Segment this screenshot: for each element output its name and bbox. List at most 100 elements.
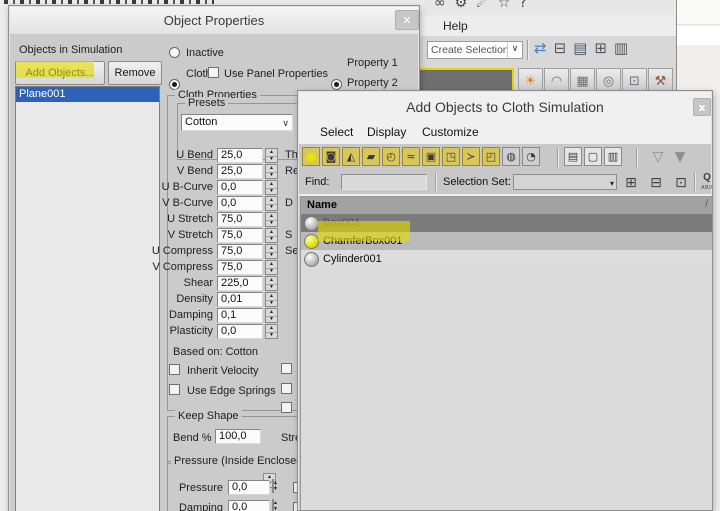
param-field[interactable]: 0,0 [217,196,263,211]
param-spinner[interactable] [265,148,278,163]
star-icon[interactable]: ☆ [498,0,511,11]
bend-percent-value: 100,0 [219,430,247,442]
param-spinner[interactable] [265,212,278,227]
objects-in-simulation-label: Objects in Simulation [19,44,122,56]
select-influences-icon[interactable]: ⊟ [647,174,665,191]
partial-checkbox[interactable] [281,363,292,374]
param-field[interactable]: 0,01 [217,292,263,307]
render-setup-icon[interactable]: ⊞ [594,39,607,57]
select-children-icon[interactable]: ⊞ [622,174,640,191]
param-spinner[interactable] [265,260,278,275]
inactive-radio[interactable] [169,47,180,58]
named-selection-combo[interactable]: Create Selection Se ∨ [427,41,523,59]
remove-button[interactable]: Remove [108,61,162,85]
render-frame-icon[interactable]: ▥ [614,39,628,57]
scene-explorer-icon[interactable]: ▤ [573,39,587,57]
list-item[interactable]: Plane001 [16,87,159,102]
object-row[interactable]: Cylinder001 [301,250,712,268]
param-field[interactable]: 0,0 [217,180,263,195]
pressure-row-field[interactable]: 0,0 [228,500,270,511]
param-field[interactable]: 25,0 [217,164,263,179]
param-field[interactable]: 75,0 [217,260,263,275]
bend-percent-field[interactable]: 100,0 [215,429,261,444]
display-cameras-button[interactable]: ▰ [362,147,380,166]
menu-select[interactable]: Select [320,125,353,139]
object-ball-icon [304,234,319,249]
wrench-icon[interactable]: ⚙ [455,0,468,11]
param-spinner[interactable] [265,180,278,195]
param-field[interactable]: 75,0 [217,244,263,259]
partial-checkbox[interactable] [281,402,292,413]
menu-display[interactable]: Display [367,125,406,139]
param-field[interactable]: 0,1 [217,308,263,323]
object-row[interactable]: ChamferBox001 [301,232,712,250]
display-influences-button[interactable]: ◍ [502,147,520,166]
help-menu[interactable]: Help [443,19,468,33]
param-field[interactable]: 25,0 [217,148,263,163]
select-dependents-icon[interactable]: ⊡ [672,174,690,191]
help-circle-icon[interactable]: ? [519,0,526,11]
property1-radio[interactable] [331,79,342,90]
filter-funnel-icon[interactable]: ▽ [647,147,669,167]
mirror-icon[interactable]: ⇄ [534,39,547,57]
display-bones-button[interactable]: ≻ [462,147,480,166]
remove-label: Remove [115,67,156,79]
column-resize-mark[interactable]: / [705,199,708,210]
display-shapes-button[interactable]: ◙ [322,147,340,166]
param-spinner[interactable] [265,228,278,243]
display-frozen-button[interactable]: ◔ [522,147,540,166]
add-objects-button[interactable]: Add Objects... [15,61,105,85]
pressure-row-spinner[interactable] [272,499,274,511]
chevron-down-icon[interactable]: ▾ [610,177,614,191]
pressure-row-field[interactable]: 0,0 [228,480,270,495]
binoculars-icon[interactable]: ∞ [434,0,446,11]
detail-view-button[interactable]: ▥ [604,147,622,166]
selection-set-combo[interactable]: ▾ [513,174,617,190]
param-spinner[interactable] [265,324,278,339]
chevron-down-icon[interactable]: ∨ [507,42,522,58]
object-row[interactable]: Box001 [301,214,712,232]
param-field[interactable]: 75,0 [217,228,263,243]
param-spinner[interactable] [265,196,278,211]
chevron-down-icon[interactable]: ∨ [282,117,289,131]
filter-config-icon[interactable]: ▼ [669,147,691,167]
pressure-row-spinner[interactable] [272,479,274,493]
display-geometry-button[interactable]: ● [302,147,320,166]
find-input[interactable] [341,174,427,190]
align-icon[interactable]: ⊟ [554,39,567,57]
display-groups-button[interactable]: ▣ [422,147,440,166]
display-helpers-button[interactable]: ◴ [382,147,400,166]
display-xrefs-button[interactable]: ◳ [442,147,460,166]
param-spinner[interactable] [265,292,278,307]
display-containers-button[interactable]: ◰ [482,147,500,166]
partial-checkbox[interactable] [281,383,292,394]
name-column-header[interactable]: Name / [301,197,712,215]
display-lights-button[interactable]: ◭ [342,147,360,166]
param-field[interactable]: 75,0 [217,212,263,227]
inherit-velocity-checkbox[interactable] [169,364,180,375]
param-spinner[interactable] [265,244,278,259]
blank-view-button[interactable]: ▢ [584,147,602,166]
use-edge-springs-checkbox[interactable] [169,384,180,395]
list-view-button[interactable]: ▤ [564,147,582,166]
param-spinner[interactable] [265,164,278,179]
param-field[interactable]: 0,0 [217,324,263,339]
presets-combo-value: Cotton [185,116,217,128]
use-panel-properties-checkbox[interactable] [208,67,219,78]
param-field[interactable]: 225,0 [217,276,263,291]
presets-combo[interactable]: Cotton ∨ [181,114,293,131]
display-spacewarps-button[interactable]: ≈ [402,147,420,166]
satellite-icon[interactable]: ☄ [476,0,489,11]
menu-customize[interactable]: Customize [422,125,479,139]
dialog-titlebar[interactable]: Object Properties [10,7,418,34]
dialog-titlebar[interactable]: Add Objects to Cloth Simulation [299,92,711,122]
param-spinner[interactable] [265,308,278,323]
pressure-row-label: Damping [139,502,223,511]
param-spinner[interactable] [265,276,278,291]
add-objects-dialog: Add Objects to Cloth Simulation x Select… [297,90,713,511]
search-by-name-icon[interactable]: Q ABV [697,173,717,192]
close-button[interactable]: ✕ [395,10,419,30]
param-label: U B-Curve [139,181,213,193]
close-button[interactable]: x [693,98,711,116]
param-label: Plasticity [139,325,213,337]
